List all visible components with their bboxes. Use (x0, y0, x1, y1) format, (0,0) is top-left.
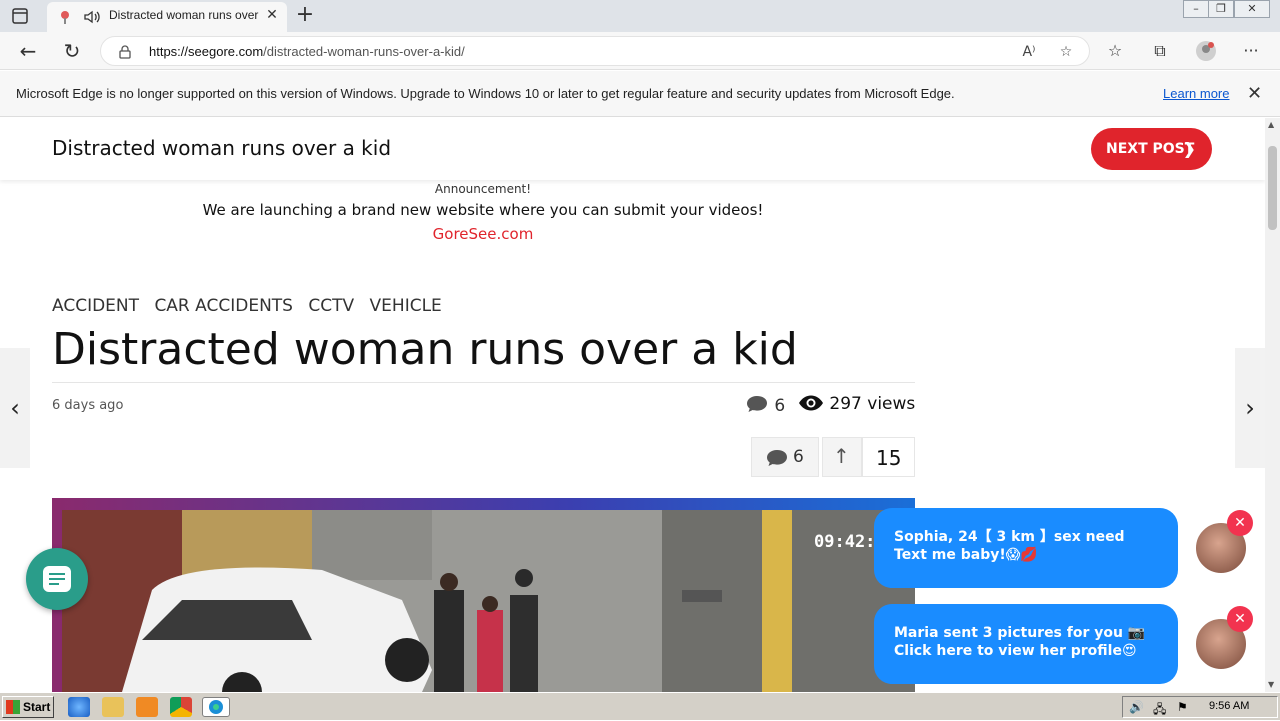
video-still-image (62, 510, 915, 692)
edge-taskbar-button[interactable] (202, 697, 230, 717)
category-link[interactable]: VEHICLE (370, 296, 442, 316)
title-divider (52, 382, 915, 383)
notification-close-icon[interactable]: ✕ (1227, 510, 1253, 536)
upvote-button[interactable]: ↑ (822, 437, 862, 477)
comment-icon (767, 450, 787, 466)
tab-title: Distracted woman runs over a kid (109, 8, 259, 22)
vote-comments-value: 6 (793, 447, 804, 467)
video-frame[interactable]: 09:42:2 (62, 510, 915, 692)
scrollbar-thumb[interactable] (1268, 146, 1277, 230)
unsupported-os-infobar: Microsoft Edge is no longer supported on… (0, 71, 1280, 117)
collections-icon[interactable]: ⧉ (1149, 40, 1171, 62)
close-window-button[interactable]: ✕ (1234, 0, 1270, 18)
notification-popup[interactable]: Maria sent 3 pictures for you 📷 Click he… (874, 604, 1178, 684)
more-menu-icon[interactable]: ··· (1240, 40, 1262, 62)
tab-strip: Distracted woman runs over a kid ✕ + – ❐… (0, 0, 1280, 32)
chat-icon (43, 566, 71, 592)
start-label: Start (23, 700, 51, 714)
notification-popup[interactable]: Sophia, 24【 3 km 】sex need Text me baby!… (874, 508, 1178, 588)
read-aloud-icon[interactable]: A⁾ (1019, 44, 1039, 62)
announcement-link[interactable]: GoreSee.com (0, 225, 966, 243)
folder-icon[interactable] (102, 697, 124, 717)
chrome-icon[interactable] (170, 697, 192, 717)
view-count-value: 297 views (829, 394, 916, 414)
url-path: /distracted-woman-runs-over-a-kid/ (263, 44, 465, 59)
article-title: Distracted woman runs over a kid (52, 324, 798, 375)
vote-score: 15 (862, 437, 915, 477)
vote-score-value: 15 (876, 446, 902, 470)
profile-avatar[interactable] (1195, 40, 1217, 62)
new-tab-button[interactable]: + (294, 4, 316, 26)
category-link[interactable]: CAR ACCIDENTS (154, 296, 293, 316)
announcement-text: We are launching a brand new website whe… (202, 201, 764, 219)
notification-text: Maria sent 3 pictures for you 📷 Click he… (894, 625, 1146, 659)
restore-button[interactable]: ❐ (1208, 0, 1234, 18)
eye-icon (799, 395, 823, 411)
post-date: 6 days ago (52, 398, 124, 413)
address-toolbar: ← ↻ https://seegore.com/distracted-woman… (0, 32, 1280, 70)
vote-comments-button[interactable]: 6 (751, 437, 819, 477)
notification-text: Sophia, 24【 3 km 】sex need Text me baby!… (894, 529, 1125, 563)
infobar-close-icon[interactable]: ✕ (1247, 83, 1262, 104)
chat-widget-button[interactable] (26, 548, 88, 610)
add-favorite-icon[interactable]: ☆ (1056, 44, 1076, 62)
clock: 9:56 AM (1209, 700, 1250, 712)
flag-icon[interactable]: ⚑ (1177, 700, 1188, 714)
learn-more-link[interactable]: Learn more (1163, 86, 1229, 101)
speaker-icon[interactable] (83, 8, 101, 26)
sticky-title: Distracted woman runs over a kid (52, 136, 392, 160)
volume-icon[interactable]: 🔊 (1129, 700, 1144, 714)
sticky-header: Distracted woman runs over a kid NEXT PO… (0, 118, 1265, 180)
view-count: 297 views (798, 394, 915, 414)
announcement-label: Announcement! (434, 182, 532, 196)
tab-actions-icon[interactable] (10, 6, 30, 26)
url-host: https://seegore.com (149, 44, 264, 59)
comment-count[interactable]: 6 (745, 394, 785, 416)
refresh-icon[interactable]: ↻ (60, 39, 84, 63)
category-link[interactable]: CCTV (308, 296, 354, 316)
comment-count-value: 6 (774, 396, 786, 416)
page-scrollbar[interactable]: ▲ ▼ (1265, 118, 1280, 692)
start-button[interactable]: Start (2, 696, 54, 718)
chevron-right-icon: ❯ (1182, 139, 1196, 158)
category-list: ACCIDENT CAR ACCIDENTS CCTV VEHICLE (52, 296, 452, 316)
system-tray: 🔊 🖧 ⚑ 9:56 AM (1122, 696, 1278, 718)
network-icon[interactable]: 🖧 (1153, 700, 1166, 721)
category-link[interactable]: ACCIDENT (52, 296, 139, 316)
infobar-message: Microsoft Edge is no longer supported on… (16, 86, 955, 101)
announcement: Announcement! We are launching a brand n… (0, 180, 966, 243)
web-page: Distracted woman runs over a kid NEXT PO… (0, 118, 1265, 692)
back-icon[interactable]: ← (16, 39, 40, 63)
prev-post-arrow-icon[interactable]: ‹ (0, 348, 30, 468)
media-player-icon[interactable] (136, 697, 158, 717)
lock-icon[interactable] (119, 45, 131, 59)
next-post-label: NEXT POST (1106, 141, 1195, 157)
ie-icon[interactable] (68, 697, 90, 717)
windows-taskbar: Start 🔊 🖧 ⚑ 9:56 AM (0, 692, 1280, 720)
scroll-down-icon[interactable]: ▼ (1268, 680, 1274, 689)
tab-close-icon[interactable]: ✕ (264, 7, 280, 23)
video-player[interactable]: 09:42:2 (52, 498, 915, 692)
minimize-button[interactable]: – (1183, 0, 1209, 18)
browser-tab[interactable]: Distracted woman runs over a kid ✕ (47, 2, 287, 32)
url-text[interactable]: https://seegore.com/distracted-woman-run… (149, 44, 465, 59)
comment-icon (747, 396, 767, 412)
next-post-button[interactable]: NEXT POST ❯ (1091, 128, 1212, 170)
next-post-arrow-icon[interactable]: › (1235, 348, 1265, 468)
site-favicon-icon (61, 11, 69, 24)
scroll-up-icon[interactable]: ▲ (1268, 120, 1274, 129)
address-bar[interactable]: https://seegore.com/distracted-woman-run… (100, 36, 1090, 66)
notification-close-icon[interactable]: ✕ (1227, 606, 1253, 632)
arrow-up-icon: ↑ (833, 444, 850, 468)
windows-logo-icon (6, 700, 20, 714)
favorites-icon[interactable]: ☆ (1104, 40, 1126, 62)
